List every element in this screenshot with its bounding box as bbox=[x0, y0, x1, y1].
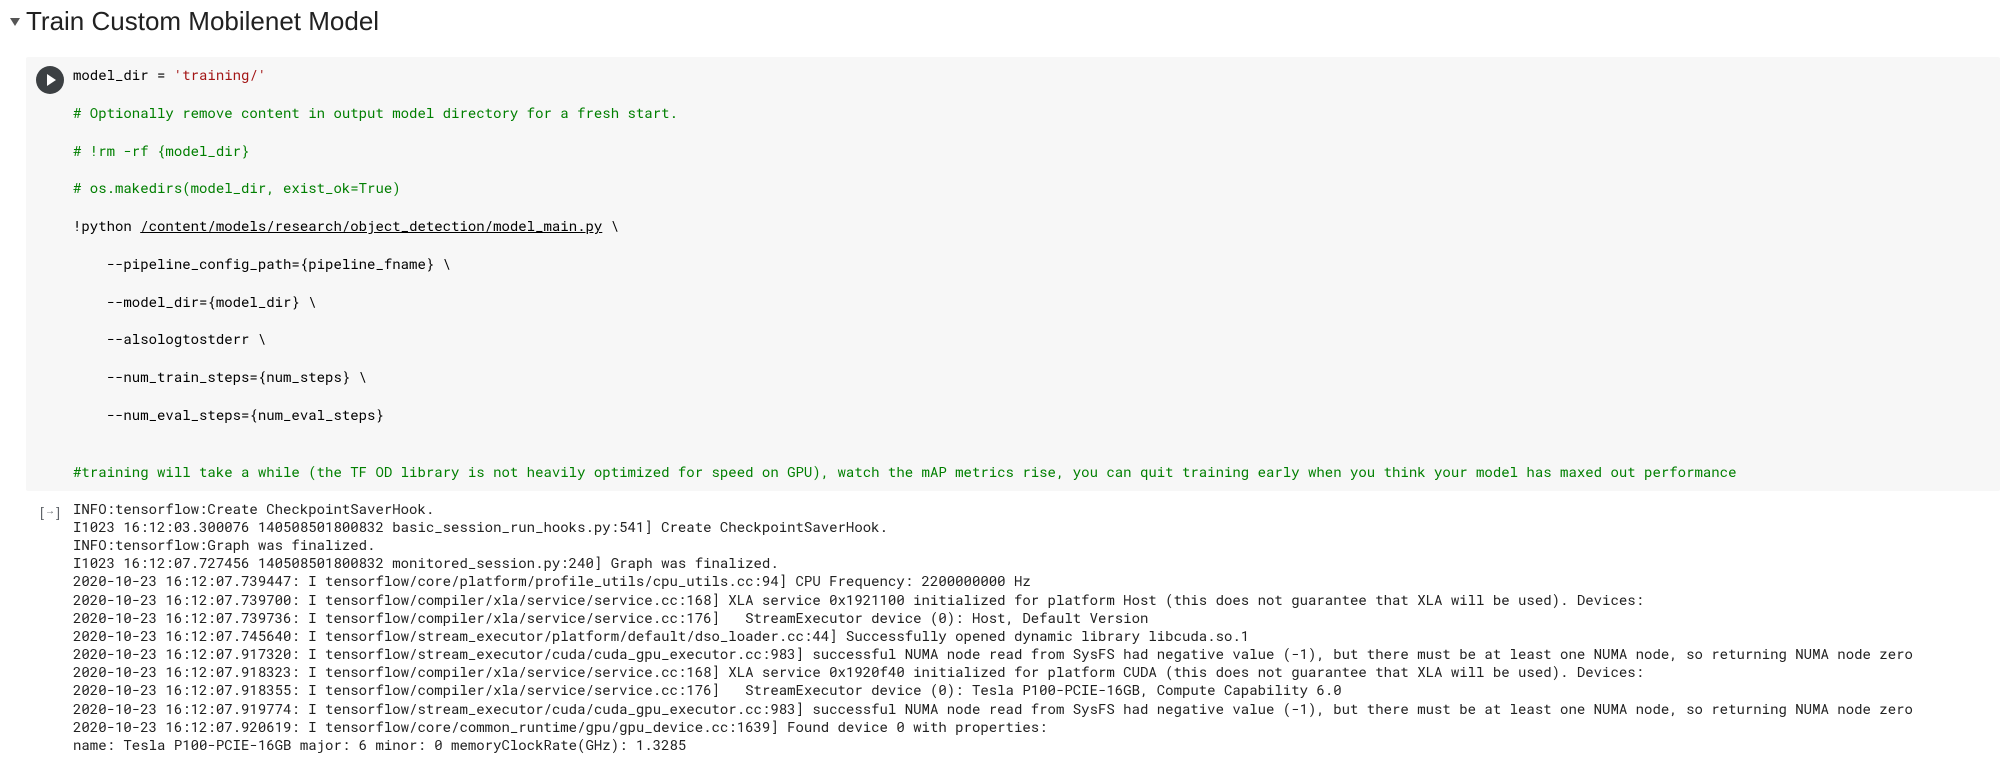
play-icon bbox=[47, 74, 56, 86]
clear-output-button[interactable]: → bbox=[38, 500, 62, 524]
code-token: = bbox=[157, 65, 174, 84]
output-text: INFO:tensorflow:Create CheckpointSaverHo… bbox=[73, 500, 1987, 755]
code-comment: # Optionally remove content in output mo… bbox=[73, 104, 1987, 123]
section-title: Train Custom Mobilenet Model bbox=[26, 6, 379, 37]
output-gutter: → bbox=[27, 492, 73, 763]
arrow-right-icon: → bbox=[45, 506, 55, 517]
code-string: 'training/' bbox=[174, 65, 266, 84]
output-cell: → INFO:tensorflow:Create CheckpointSaver… bbox=[26, 491, 2000, 763]
collapse-triangle-icon[interactable] bbox=[10, 18, 20, 26]
code-path: /content/models/research/object_detectio… bbox=[140, 216, 602, 235]
code-line: --num_train_steps={num_steps} \ bbox=[73, 368, 1987, 387]
cell-gutter bbox=[27, 58, 73, 490]
code-line: --alsologtostderr \ bbox=[73, 330, 1987, 349]
code-comment: #training will take a while (the TF OD l… bbox=[73, 463, 1987, 482]
code-token: model_dir bbox=[73, 65, 157, 84]
section-header[interactable]: Train Custom Mobilenet Model bbox=[6, 6, 2000, 37]
code-token: \ bbox=[602, 216, 619, 235]
notebook-container: Train Custom Mobilenet Model model_dir =… bbox=[0, 0, 2000, 763]
run-cell-button[interactable] bbox=[36, 66, 64, 94]
output-body[interactable]: INFO:tensorflow:Create CheckpointSaverHo… bbox=[73, 492, 1999, 763]
code-token: !python bbox=[73, 216, 140, 235]
code-line: --num_eval_steps={num_eval_steps} bbox=[73, 406, 1987, 425]
code-comment: # os.makedirs(model_dir, exist_ok=True) bbox=[73, 179, 1987, 198]
code-comment: # !rm -rf {model_dir} bbox=[73, 142, 1987, 161]
code-cell[interactable]: model_dir = 'training/' # Optionally rem… bbox=[26, 57, 2000, 491]
code-line: --pipeline_config_path={pipeline_fname} … bbox=[73, 255, 1987, 274]
code-editor[interactable]: model_dir = 'training/' # Optionally rem… bbox=[73, 58, 1999, 490]
code-line: --model_dir={model_dir} \ bbox=[73, 293, 1987, 312]
